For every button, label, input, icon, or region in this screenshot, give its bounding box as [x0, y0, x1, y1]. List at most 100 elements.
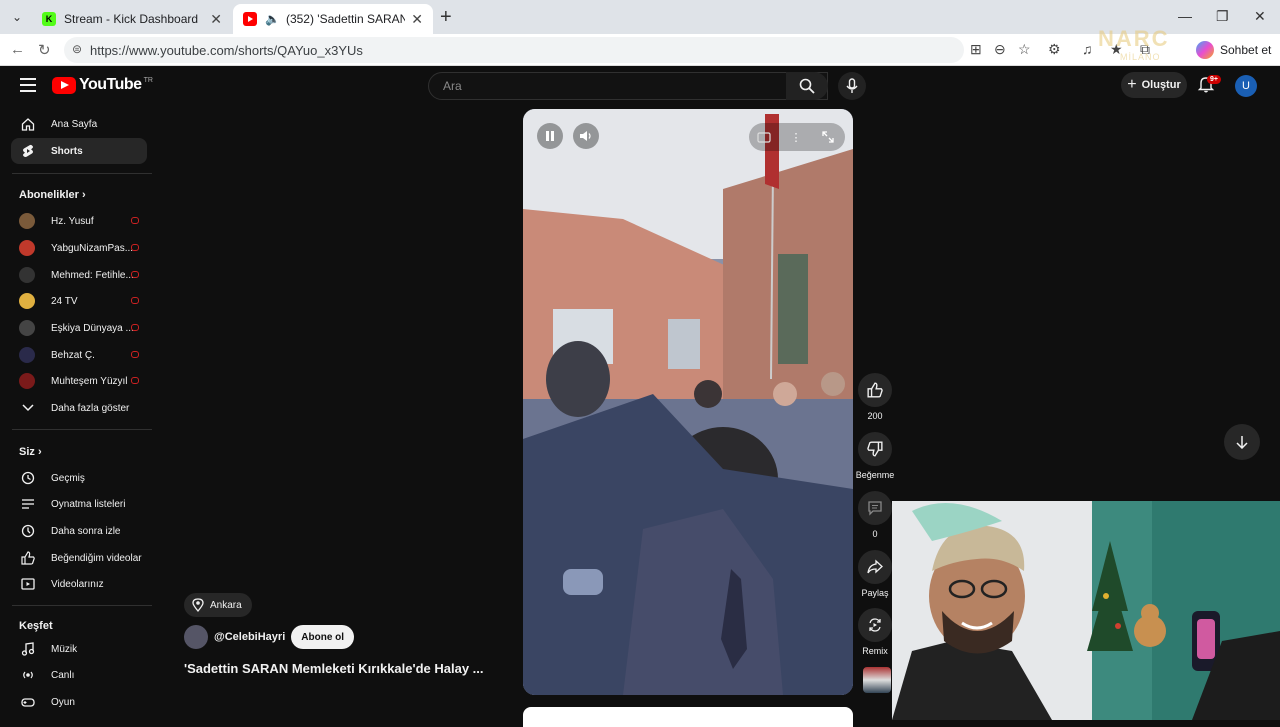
channel-name: Mehmed: Fetihle...	[51, 269, 134, 281]
speaker-icon[interactable]: 🔈	[265, 12, 280, 26]
minimize-icon[interactable]: —	[1178, 8, 1192, 24]
sidebar-item-home[interactable]: Ana Sayfa	[11, 111, 147, 137]
new-tab-button[interactable]: +	[440, 6, 452, 29]
chevron-right-icon: ›	[37, 446, 42, 458]
channel-name: YabguNizamPas...	[51, 242, 134, 254]
show-more-button[interactable]: Daha fazla göster	[11, 395, 147, 421]
short-title[interactable]: 'Sadettin SARAN Memleketi Kırıkkale'de H…	[184, 661, 484, 676]
sidebar-item-music[interactable]: Müzik	[11, 636, 147, 662]
subscribe-button[interactable]: Abone ol	[291, 625, 355, 649]
channel-avatar[interactable]	[184, 625, 208, 649]
notification-badge: 9+	[1207, 75, 1221, 84]
tab-kick-dashboard[interactable]: K Stream - Kick Dashboard ✕	[32, 4, 232, 34]
sidebar-item-subscription[interactable]: YabguNizamPas...	[11, 235, 147, 261]
sidebar-item-live[interactable]: Canlı	[11, 662, 147, 688]
stream-watermark: NARC	[1098, 26, 1170, 51]
music-icon	[21, 642, 35, 656]
sidebar-item-your-videos[interactable]: Videolarınız	[11, 571, 147, 597]
more-options-button[interactable]: ⋮	[783, 124, 809, 150]
channel-handle[interactable]: @CelebiHayri	[214, 631, 285, 643]
create-button[interactable]: + Oluştur	[1121, 72, 1187, 98]
sidebar-item-shorts[interactable]: Shorts	[11, 138, 147, 164]
live-indicator-icon	[131, 244, 139, 251]
url-field[interactable]: ⊜ https://www.youtube.com/shorts/QAYuo_x…	[64, 37, 964, 63]
pause-button[interactable]	[537, 123, 563, 149]
search-input[interactable]: Ara	[428, 72, 828, 100]
sidebar-item-gaming[interactable]: Oyun	[11, 689, 147, 715]
channel-name: 24 TV	[51, 295, 78, 307]
shorts-video-player[interactable]: ⋮	[523, 109, 853, 695]
live-indicator-icon	[131, 271, 139, 278]
tab-menu-icon[interactable]: ⌄	[6, 6, 28, 28]
close-tab-icon[interactable]: ✕	[411, 11, 423, 28]
comment-count: 0	[872, 529, 878, 539]
maximize-icon[interactable]: ❐	[1216, 8, 1229, 25]
reload-icon[interactable]: ↻	[38, 41, 51, 59]
channel-avatar	[19, 347, 35, 363]
video-frame	[523, 109, 853, 695]
close-window-icon[interactable]: ✕	[1254, 8, 1266, 25]
subscriptions-header[interactable]: Abonelikler ›	[19, 189, 86, 201]
media-icon[interactable]: ♫	[1082, 41, 1093, 57]
location-pin-icon	[192, 598, 204, 612]
account-avatar[interactable]: U	[1235, 75, 1257, 97]
sidebar-item-label: Daha sonra izle	[51, 525, 121, 537]
search-icon	[799, 78, 815, 94]
channel-name: Hz. Yusuf	[51, 215, 94, 227]
next-short-preview[interactable]	[523, 707, 853, 727]
sidebar-item-label: Ana Sayfa	[51, 118, 98, 130]
fullscreen-button[interactable]	[815, 124, 841, 150]
sound-source-thumbnail[interactable]	[863, 667, 891, 693]
zoom-icon[interactable]: ⊖	[994, 41, 1006, 58]
live-indicator-icon	[131, 377, 139, 384]
favorite-star-icon[interactable]: ☆	[1018, 41, 1031, 58]
youtube-logo[interactable]: YouTube TR	[52, 76, 153, 94]
sidebar-item-subscription[interactable]: Muhteşem Yüzyıl	[11, 368, 147, 394]
extensions-icon[interactable]: ⚙	[1048, 41, 1061, 58]
volume-button[interactable]	[573, 123, 599, 149]
share-label: Paylaş	[861, 588, 889, 598]
browser-tab-bar: ⌄ K Stream - Kick Dashboard ✕ 🔈 (352) 'S…	[0, 0, 1280, 34]
sidebar-item-label: Müzik	[51, 643, 78, 655]
sidebar-item-subscription[interactable]: Behzat Ç.	[11, 342, 147, 368]
sidebar-item-subscription[interactable]: Eşkiya Dünyaya ...	[11, 315, 147, 341]
back-icon[interactable]: ←	[10, 41, 25, 58]
search-button[interactable]	[786, 72, 828, 100]
clock-icon	[21, 524, 35, 538]
like-icon	[858, 373, 892, 407]
close-tab-icon[interactable]: ✕	[210, 11, 222, 28]
kick-favicon-icon: K	[42, 12, 56, 26]
sidebar-item-label: Shorts	[51, 145, 83, 157]
live-indicator-icon	[131, 217, 139, 224]
apps-icon[interactable]: ⊞	[970, 41, 982, 58]
you-header[interactable]: Siz ›	[19, 446, 42, 458]
playlist-icon	[21, 497, 35, 511]
sidebar-item-subscription[interactable]: 24 TV	[11, 288, 147, 314]
captions-button[interactable]	[751, 124, 777, 150]
you-title: Siz	[19, 446, 35, 458]
chevron-down-icon	[21, 401, 35, 415]
youtube-favicon-icon	[243, 12, 257, 26]
remix-icon	[858, 608, 892, 642]
sidebar-item-subscription[interactable]: Mehmed: Fetihle...	[11, 262, 147, 288]
like-button[interactable]: 200	[850, 373, 900, 421]
next-short-button[interactable]	[1224, 424, 1260, 460]
sidebar-item-history[interactable]: Geçmiş	[11, 465, 147, 491]
dislike-icon	[858, 432, 892, 466]
site-info-icon[interactable]: ⊜	[72, 42, 82, 56]
dislike-button[interactable]: Beğenme	[850, 432, 900, 480]
history-icon	[21, 471, 35, 485]
pause-icon	[546, 131, 554, 141]
menu-icon[interactable]	[20, 78, 36, 92]
volume-icon	[580, 131, 591, 141]
sidebar-item-playlists[interactable]: Oynatma listeleri	[11, 491, 147, 517]
sidebar-item-watch-later[interactable]: Daha sonra izle	[11, 518, 147, 544]
tab-youtube-short[interactable]: 🔈 (352) 'Sadettin SARAN Memle ✕	[233, 4, 433, 34]
captions-icon	[757, 131, 771, 143]
location-chip[interactable]: Ankara	[184, 593, 252, 617]
sidebar-item-liked-videos[interactable]: Beğendiğim videolar	[11, 545, 147, 571]
copilot-chat-button[interactable]: Sohbet et	[1196, 38, 1271, 62]
tab-title: Stream - Kick Dashboard	[64, 12, 199, 26]
sidebar-item-subscription[interactable]: Hz. Yusuf	[11, 208, 147, 234]
voice-search-button[interactable]	[838, 72, 866, 100]
